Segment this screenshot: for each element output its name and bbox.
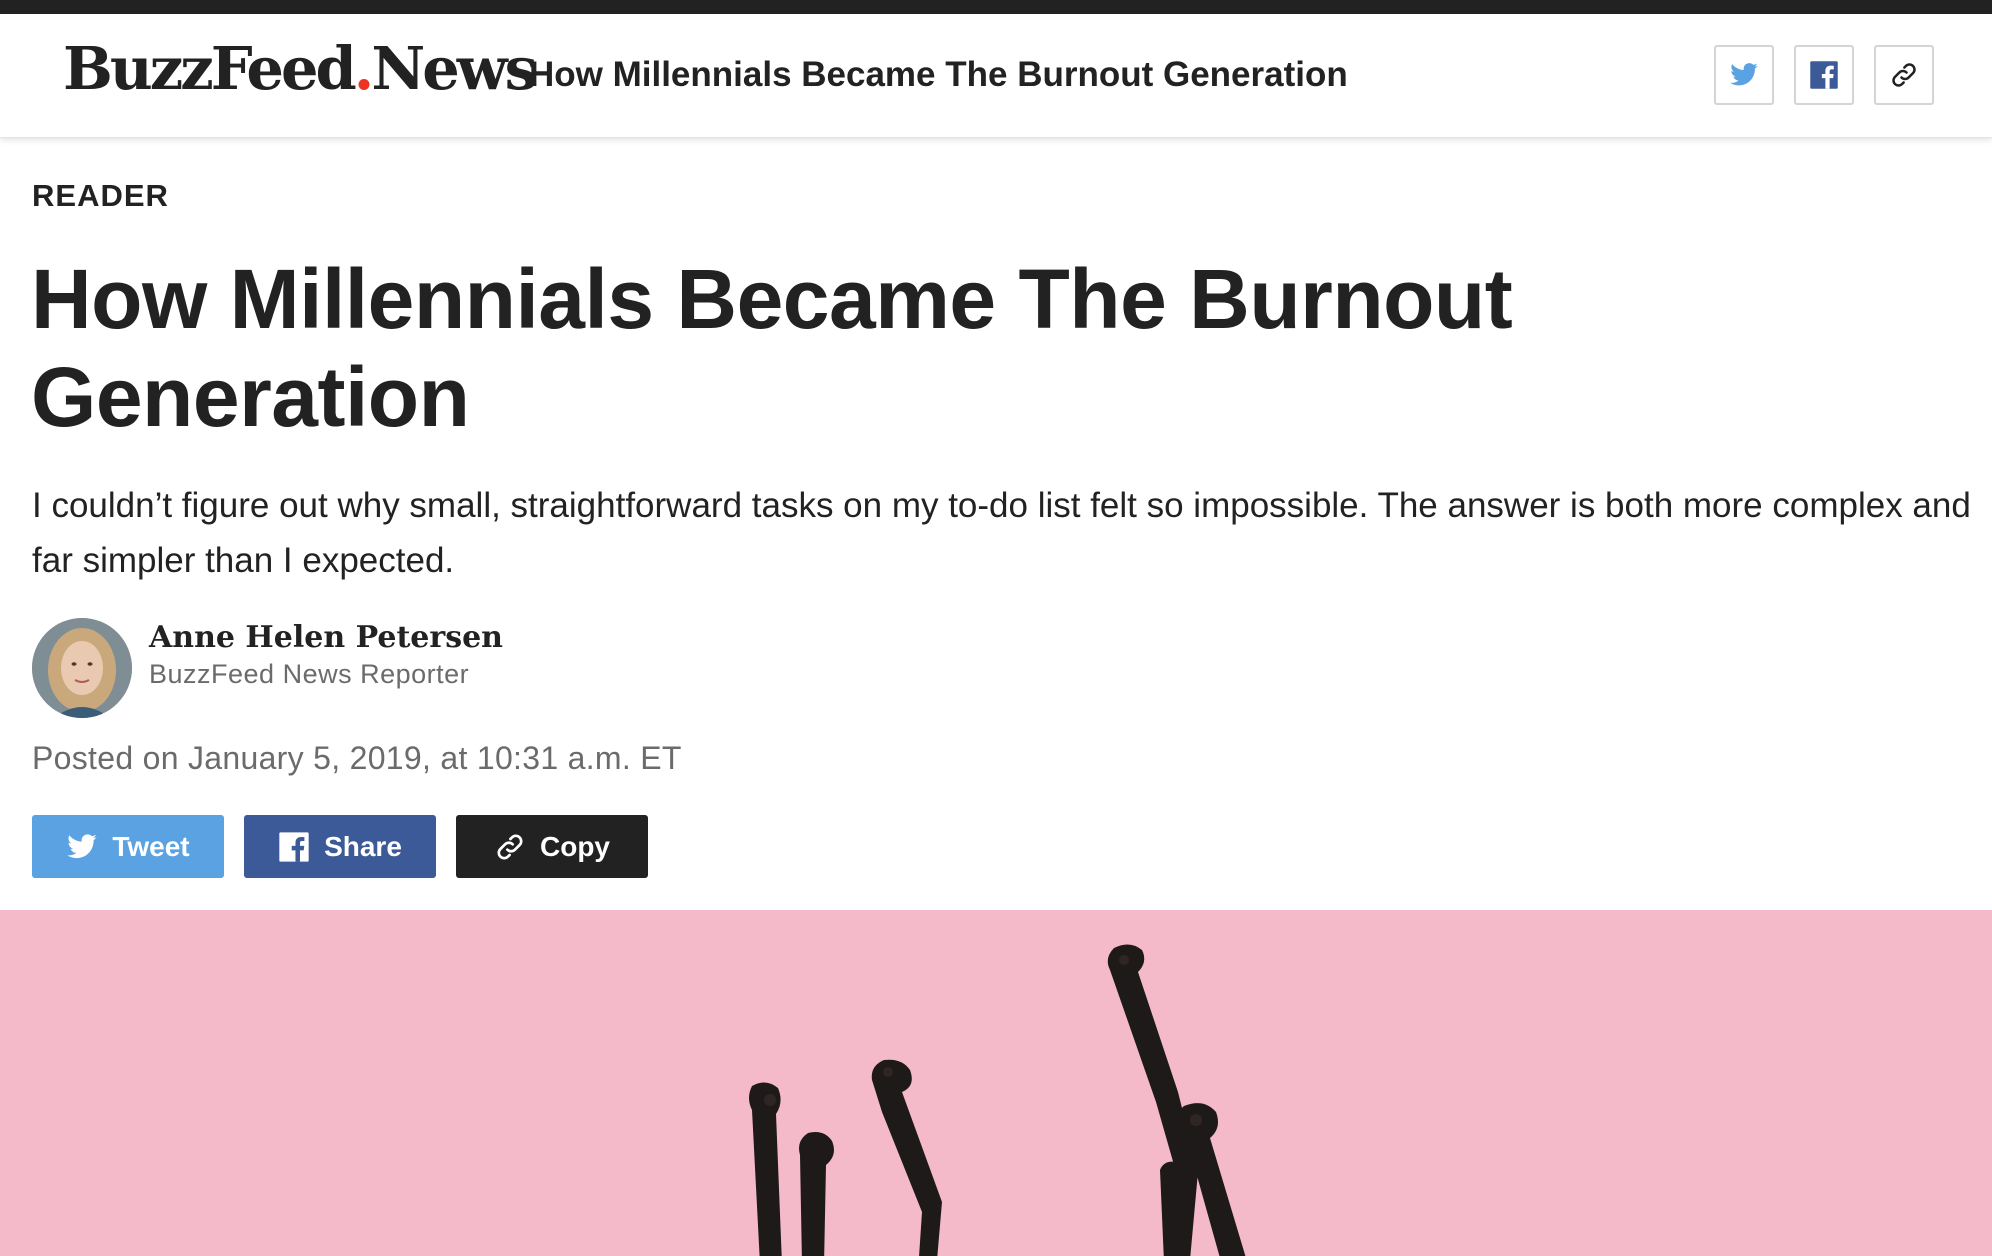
twitter-icon bbox=[67, 833, 98, 858]
author-role: BuzzFeed News Reporter bbox=[149, 659, 470, 689]
article-headline: How Millennials Became The Burnout Gener… bbox=[31, 252, 1513, 444]
buzzfeed-news-logo[interactable]: BuzzFeed.News bbox=[63, 39, 538, 98]
share-label: Share bbox=[324, 830, 402, 862]
author-name[interactable]: Anne Helen Petersen bbox=[149, 620, 503, 655]
header-article-title: How Millennials Became The Burnout Gener… bbox=[529, 55, 1348, 94]
top-strip bbox=[0, 0, 1992, 14]
facebook-share-button[interactable]: Share bbox=[244, 815, 436, 878]
hero-image bbox=[0, 910, 1992, 1256]
posted-timestamp: Posted on January 5, 2019, at 10:31 a.m.… bbox=[32, 740, 682, 776]
link-icon bbox=[497, 834, 523, 859]
header-copy-link-button[interactable] bbox=[1874, 45, 1934, 105]
tweet-label: Tweet bbox=[112, 830, 190, 862]
header-twitter-button[interactable] bbox=[1714, 45, 1774, 105]
author-avatar[interactable] bbox=[32, 618, 132, 718]
facebook-icon bbox=[279, 831, 309, 862]
site-header: BuzzFeed.News How Millennials Became The… bbox=[0, 14, 1992, 138]
burnt-matches-illustration bbox=[749, 944, 1246, 1256]
copy-link-button[interactable]: Copy bbox=[456, 815, 648, 878]
tweet-button[interactable]: Tweet bbox=[32, 815, 224, 878]
copy-label: Copy bbox=[540, 830, 610, 862]
facebook-icon bbox=[1810, 61, 1838, 89]
header-facebook-button[interactable] bbox=[1794, 45, 1854, 105]
link-icon bbox=[1892, 63, 1916, 87]
category-label[interactable]: READER bbox=[32, 178, 169, 214]
article-dek: I couldn’t figure out why small, straigh… bbox=[32, 486, 1971, 580]
twitter-icon bbox=[1730, 63, 1758, 86]
